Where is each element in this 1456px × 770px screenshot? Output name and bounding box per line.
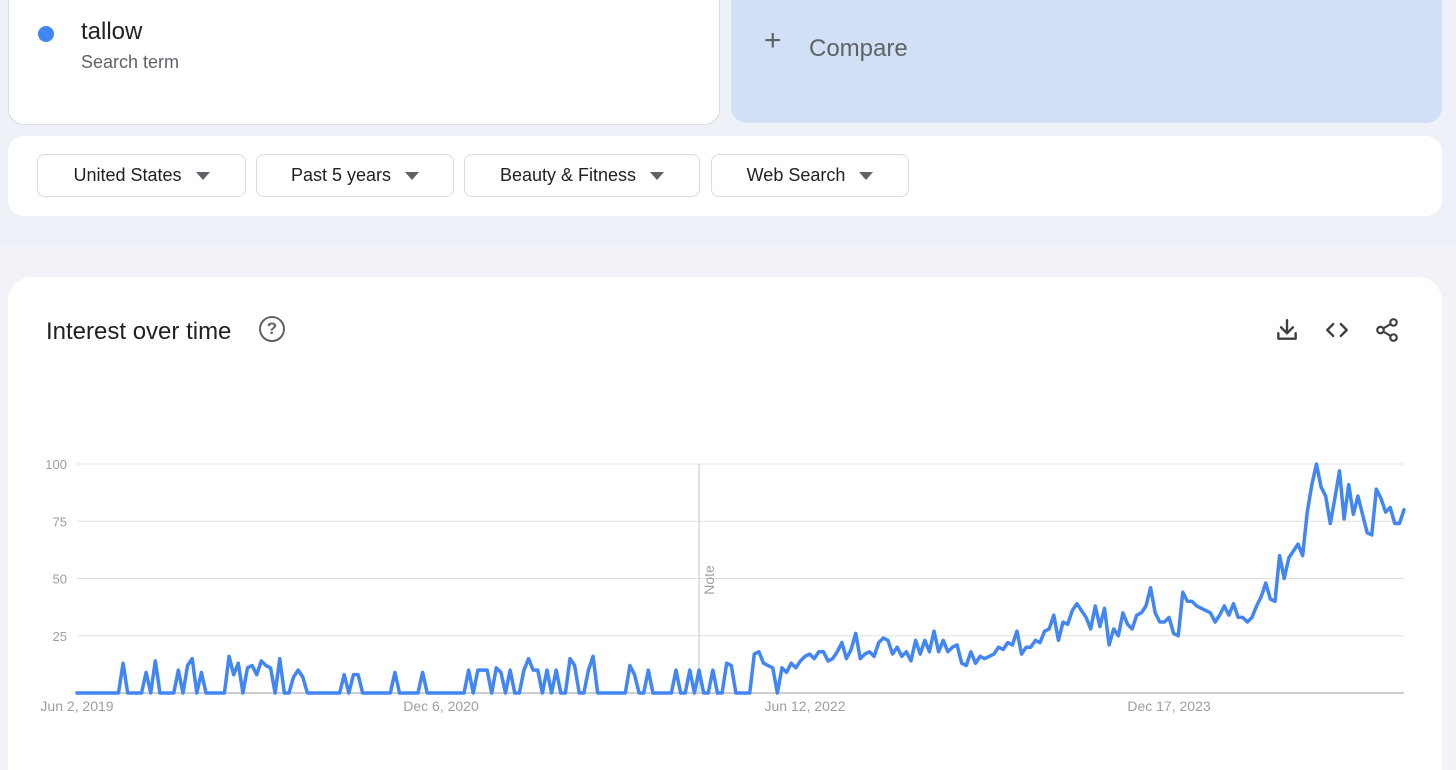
search-type-filter-dropdown[interactable]: Web Search (711, 154, 909, 197)
chart-title: Interest over time (46, 318, 232, 345)
download-icon[interactable] (1274, 317, 1300, 343)
search-type-filter-label: Web Search (746, 165, 846, 185)
compare-button[interactable]: + Compare (731, 0, 1442, 123)
caret-down-icon (195, 171, 210, 180)
search-term-type: Search term (81, 52, 180, 72)
search-term-card[interactable]: tallow Search term (8, 0, 720, 125)
caret-down-icon (859, 171, 874, 180)
plus-icon: + (764, 24, 782, 57)
search-term-name[interactable]: tallow (81, 18, 142, 46)
series-color-dot (38, 26, 54, 42)
compare-label: Compare (809, 35, 908, 62)
time-range-filter-dropdown[interactable]: Past 5 years (256, 154, 454, 197)
embed-code-icon[interactable] (1324, 317, 1350, 343)
caret-down-icon (405, 171, 420, 180)
caret-down-icon (650, 171, 665, 180)
category-filter-dropdown[interactable]: Beauty & Fitness (464, 154, 700, 197)
region-filter-label: United States (73, 165, 182, 185)
category-filter-label: Beauty & Fitness (499, 165, 637, 185)
filter-bar: United States Past 5 years Beauty & Fitn… (8, 136, 1442, 216)
help-icon[interactable]: ? (259, 316, 285, 342)
region-filter-dropdown[interactable]: United States (37, 154, 246, 197)
share-icon[interactable] (1374, 317, 1400, 343)
interest-over-time-card: Interest over time ? (8, 277, 1442, 770)
time-range-filter-label: Past 5 years (290, 165, 392, 185)
